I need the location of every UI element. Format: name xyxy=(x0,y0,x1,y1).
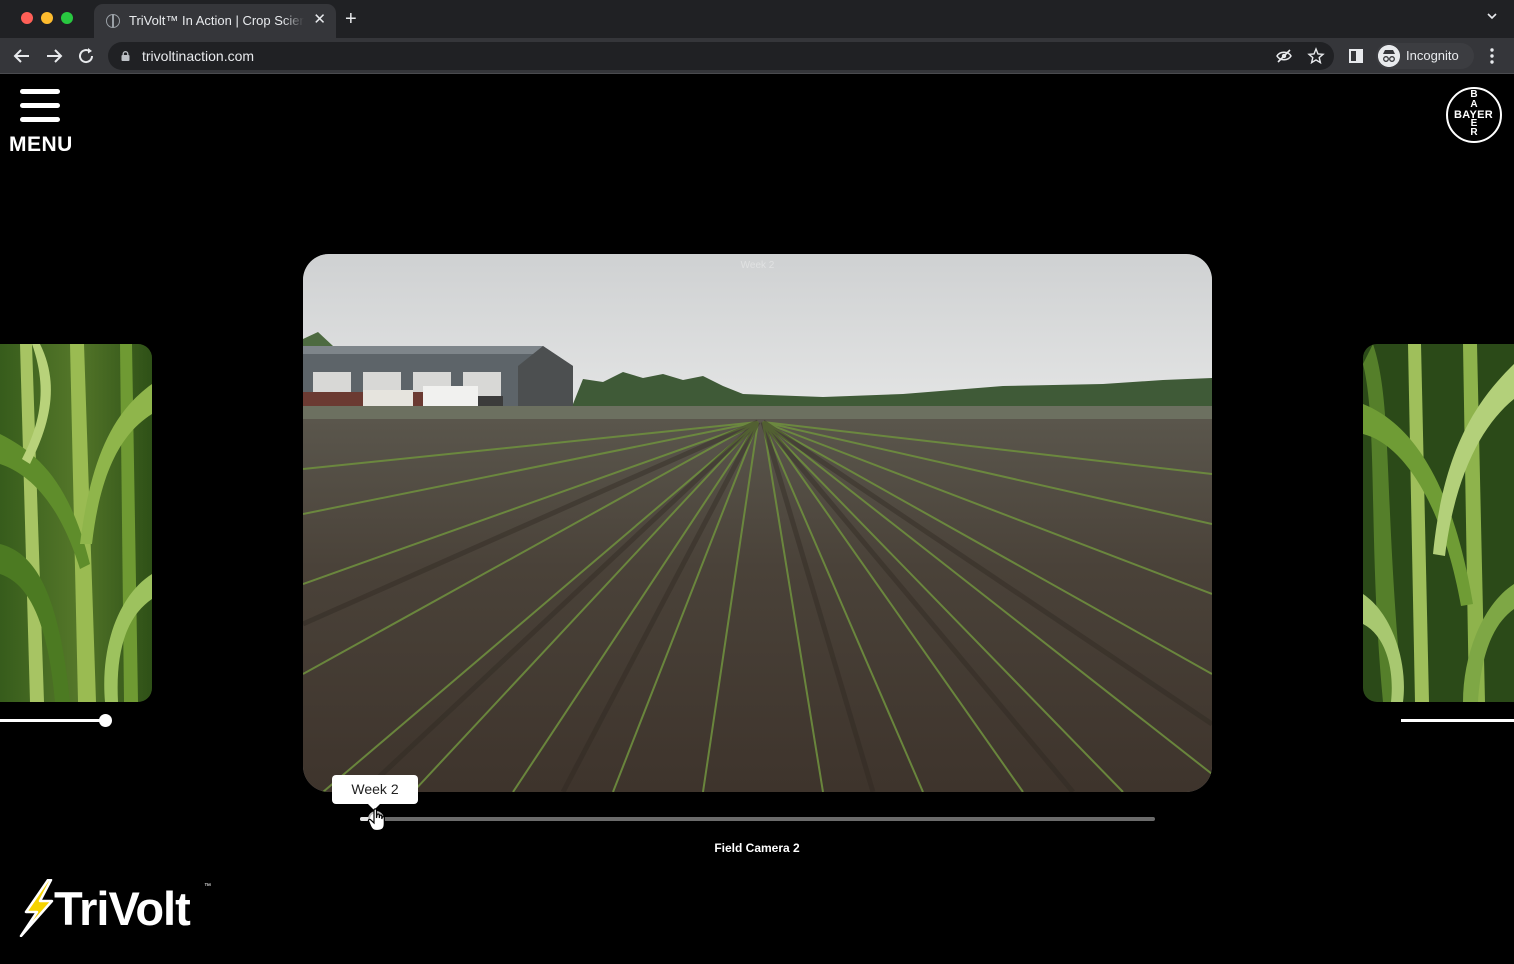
lock-icon[interactable] xyxy=(121,51,130,61)
camera-label: Field Camera 2 xyxy=(714,841,800,855)
arrow-right-icon[interactable] xyxy=(42,44,66,68)
address-bar[interactable]: trivoltinaction.com xyxy=(108,42,1334,70)
eye-off-icon[interactable] xyxy=(1275,47,1293,65)
close-icon[interactable]: ✕ xyxy=(313,11,326,29)
profile-label: Incognito xyxy=(1406,48,1459,63)
menu-label: MENU xyxy=(9,133,73,156)
bayer-logo-vertical: B A Y E R xyxy=(1470,89,1478,138)
week-tooltip: Week 2 xyxy=(332,775,418,810)
browser-tab-bar: TriVolt™ In Action | Crop Science ✕ + xyxy=(0,0,1514,38)
window-minimize-button[interactable] xyxy=(41,12,53,24)
incognito-profile-button[interactable]: Incognito xyxy=(1376,43,1474,69)
carousel-card-next[interactable] xyxy=(1363,344,1514,702)
reload-icon[interactable] xyxy=(74,44,98,68)
lightning-bolt-icon xyxy=(19,879,54,937)
side-panel-icon[interactable] xyxy=(1344,44,1368,68)
corn-stalk-image xyxy=(0,344,152,702)
window-maximize-button[interactable] xyxy=(61,12,73,24)
incognito-icon xyxy=(1378,45,1400,67)
field-camera-image[interactable]: Week 2 xyxy=(303,254,1212,792)
trivolt-logo[interactable]: TriVolt ™ xyxy=(18,879,218,939)
bayer-logo[interactable]: BAYER B A Y E R xyxy=(1446,87,1502,143)
new-tab-button[interactable]: + xyxy=(345,8,357,30)
arrow-left-icon[interactable] xyxy=(10,44,34,68)
trivolt-wordmark: TriVolt xyxy=(54,882,191,935)
previous-card-slider-track[interactable] xyxy=(0,719,105,722)
page-content: MENU BAYER B A Y E R xyxy=(0,75,1514,964)
hamburger-icon xyxy=(20,89,60,94)
next-card-slider-track[interactable] xyxy=(1401,719,1514,722)
carousel-card-previous[interactable] xyxy=(0,344,152,702)
menu-button[interactable]: MENU xyxy=(8,87,74,157)
browser-toolbar: trivoltinaction.com Incognito xyxy=(0,38,1514,74)
trademark-symbol: ™ xyxy=(204,883,211,890)
timeline-slider-track[interactable] xyxy=(360,817,1155,821)
hand-cursor-icon xyxy=(367,808,385,832)
more-vert-icon[interactable] xyxy=(1480,44,1504,68)
chevron-down-icon[interactable] xyxy=(1486,10,1498,22)
window-close-button[interactable] xyxy=(21,12,33,24)
hamburger-icon-bar xyxy=(20,103,60,108)
hamburger-icon-bar xyxy=(20,117,60,122)
star-icon[interactable] xyxy=(1307,47,1325,65)
corn-field-photo xyxy=(303,254,1212,792)
previous-card-slider-thumb[interactable] xyxy=(99,714,112,727)
globe-icon xyxy=(106,14,120,28)
browser-tab-active[interactable]: TriVolt™ In Action | Crop Science ✕ xyxy=(94,4,336,38)
week-watermark: Week 2 xyxy=(740,260,775,271)
url-text[interactable]: trivoltinaction.com xyxy=(142,48,254,64)
corn-stalk-image xyxy=(1363,344,1514,702)
tab-title: TriVolt™ In Action | Crop Science xyxy=(129,13,304,28)
